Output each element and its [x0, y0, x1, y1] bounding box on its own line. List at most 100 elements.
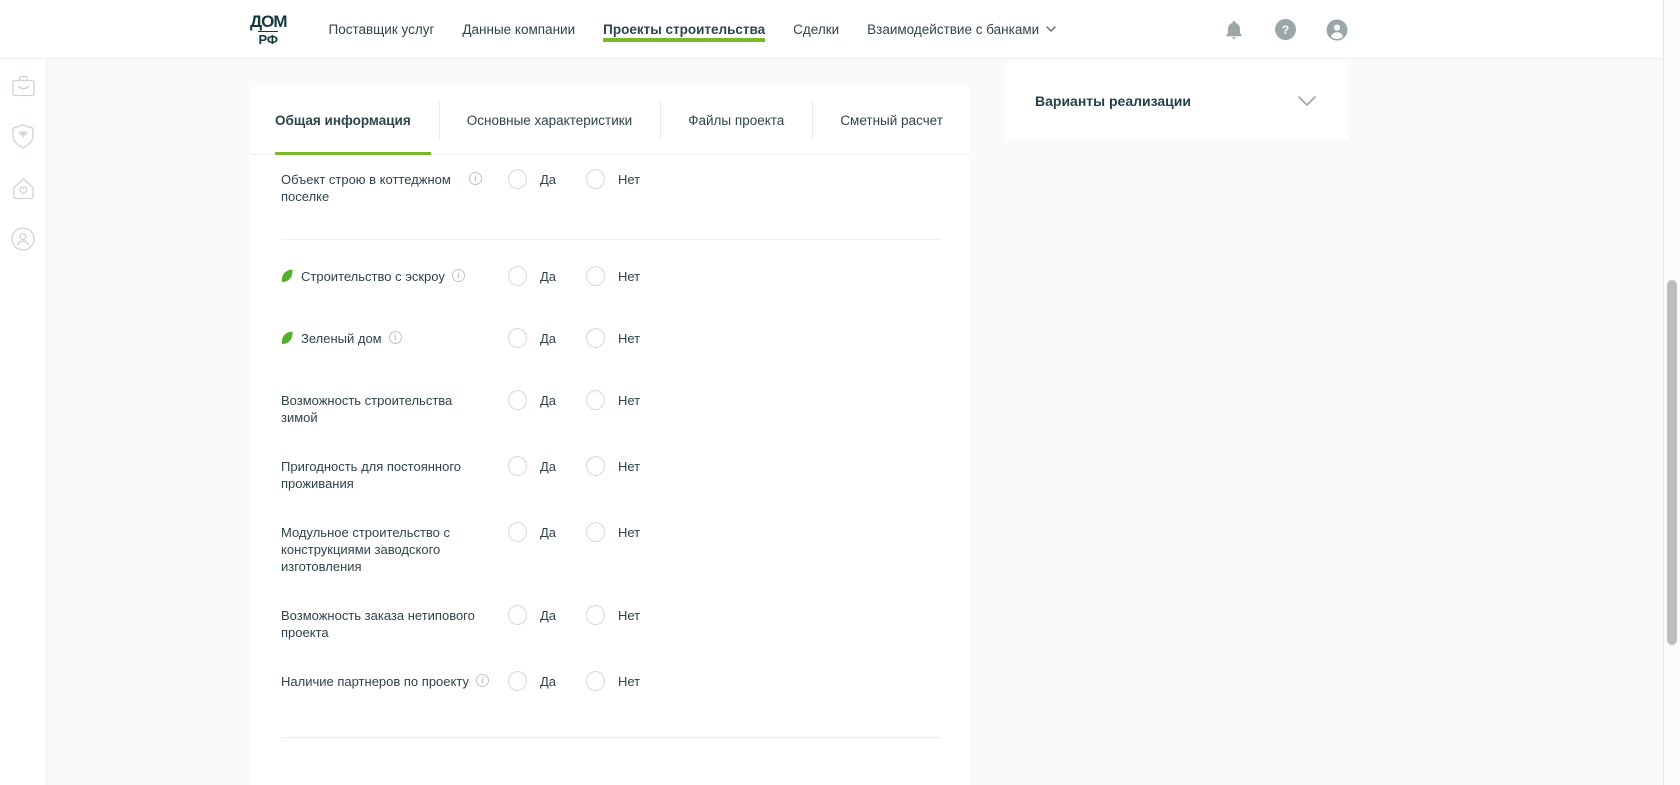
nav-label: Данные компании [462, 22, 575, 37]
general-info-form: Объект строю в коттеджном поселке i Да Н… [250, 155, 970, 738]
help-icon[interactable]: ? [1275, 19, 1296, 40]
radio-circle[interactable] [586, 456, 605, 476]
page-scrollbar-thumb[interactable] [1667, 280, 1677, 645]
row-label-area: Объект строю в коттеджном поселке i [281, 171, 508, 205]
section-divider [281, 737, 941, 738]
radio-label: Да [540, 269, 556, 284]
radio-circle[interactable] [586, 328, 605, 348]
form-row-custom-project: Возможность заказа нетипового проекта Да… [281, 607, 941, 641]
nav-item-construction-projects[interactable]: Проекты строительства [589, 0, 779, 58]
radio-group: Да Нет [508, 456, 640, 476]
radio-group: Да Нет [508, 169, 640, 189]
briefcase-icon[interactable] [8, 71, 38, 101]
radio-option-no[interactable]: Нет [586, 605, 640, 625]
leaf-icon [281, 331, 293, 345]
radio-circle[interactable] [586, 671, 605, 691]
nav-item-company-data[interactable]: Данные компании [448, 0, 589, 58]
radio-circle[interactable] [508, 266, 527, 286]
radio-option-no[interactable]: Нет [586, 671, 640, 691]
radio-circle[interactable] [586, 605, 605, 625]
radio-option-yes[interactable]: Да [508, 266, 586, 286]
radio-circle[interactable] [508, 522, 527, 542]
radio-group: Да Нет [508, 671, 640, 691]
radio-option-yes[interactable]: Да [508, 328, 586, 348]
info-glyph: i [394, 332, 397, 342]
page-scrollbar-track[interactable] [1663, 0, 1680, 785]
radio-option-no[interactable]: Нет [586, 328, 640, 348]
form-row-project-partners: Наличие партнеров по проекту i Да Нет [281, 673, 941, 693]
radio-circle[interactable] [508, 390, 527, 410]
bell-icon[interactable] [1223, 19, 1245, 41]
domrf-logo[interactable]: ДОМ РФ [250, 13, 287, 46]
radio-group: Да Нет [508, 328, 640, 348]
radio-label: Да [540, 525, 556, 540]
radio-label: Да [540, 459, 556, 474]
house-heart-icon[interactable] [8, 173, 38, 203]
row-label: Пригодность для постоянного проживания [281, 458, 477, 492]
radio-option-yes[interactable]: Да [508, 605, 586, 625]
row-label-area: Возможность строительства зимой [281, 392, 508, 426]
avatar-icon[interactable] [1326, 19, 1348, 41]
radio-option-no[interactable]: Нет [586, 522, 640, 542]
tab-label: Файлы проекта [688, 113, 784, 128]
radio-circle[interactable] [508, 328, 527, 348]
info-icon[interactable]: i [452, 269, 465, 282]
tab-general-info[interactable]: Общая информация [275, 87, 439, 154]
chevron-down-icon [1046, 26, 1056, 32]
tab-estimate[interactable]: Сметный расчет [812, 87, 971, 154]
radio-label: Нет [618, 269, 640, 284]
top-header: ДОМ РФ Поставщик услуг Данные компании П… [0, 0, 1680, 59]
header-icons: ? [1223, 0, 1348, 59]
radio-option-yes[interactable]: Да [508, 456, 586, 476]
radio-circle[interactable] [586, 266, 605, 286]
radio-option-no[interactable]: Нет [586, 266, 640, 286]
shield-icon[interactable] [8, 122, 38, 152]
radio-option-yes[interactable]: Да [508, 522, 586, 542]
radio-label: Нет [618, 393, 640, 408]
logo-text-top: ДОМ [250, 13, 287, 30]
radio-label: Нет [618, 674, 640, 689]
info-icon[interactable]: i [469, 172, 482, 185]
radio-circle[interactable] [508, 671, 527, 691]
radio-group: Да Нет [508, 390, 640, 410]
radio-circle[interactable] [586, 390, 605, 410]
radio-option-yes[interactable]: Да [508, 390, 586, 410]
info-glyph: i [457, 270, 460, 280]
main-nav: Поставщик услуг Данные компании Проекты … [315, 0, 1071, 58]
form-row-green-house: Зеленый дом i Да Нет [281, 330, 941, 350]
project-form-card: Общая информация Основные характеристики… [250, 87, 970, 785]
row-label: Модульное строительство с конструкциями … [281, 524, 477, 575]
radio-label: Нет [618, 331, 640, 346]
left-sidebar [0, 59, 47, 785]
radio-option-no[interactable]: Нет [586, 390, 640, 410]
radio-group: Да Нет [508, 266, 640, 286]
person-circle-icon[interactable] [8, 224, 38, 254]
row-label: Возможность строительства зимой [281, 392, 477, 426]
radio-circle[interactable] [508, 169, 527, 189]
radio-circle[interactable] [508, 456, 527, 476]
radio-option-yes[interactable]: Да [508, 169, 586, 189]
radio-option-no[interactable]: Нет [586, 456, 640, 476]
radio-circle[interactable] [586, 522, 605, 542]
chevron-down-icon[interactable] [1298, 96, 1316, 106]
radio-label: Да [540, 674, 556, 689]
implementation-options-panel[interactable]: Варианты реализации [1005, 62, 1348, 140]
info-icon[interactable]: i [389, 331, 402, 344]
help-glyph: ? [1282, 23, 1289, 37]
nav-label: Взаимодействие с банками [867, 22, 1039, 37]
radio-option-no[interactable]: Нет [586, 169, 640, 189]
radio-circle[interactable] [508, 605, 527, 625]
radio-option-yes[interactable]: Да [508, 671, 586, 691]
nav-item-bank-interaction[interactable]: Взаимодействие с банками [853, 0, 1070, 58]
form-row-cottage-village: Объект строю в коттеджном поселке i Да Н… [281, 171, 941, 205]
radio-label: Нет [618, 459, 640, 474]
row-label: Зеленый дом [301, 330, 382, 347]
nav-item-service-provider[interactable]: Поставщик услуг [315, 0, 449, 58]
project-tabs: Общая информация Основные характеристики… [250, 87, 970, 155]
row-label-area: Модульное строительство с конструкциями … [281, 524, 508, 575]
tab-main-characteristics[interactable]: Основные характеристики [439, 87, 661, 154]
nav-item-deals[interactable]: Сделки [779, 0, 853, 58]
info-icon[interactable]: i [476, 674, 489, 687]
radio-circle[interactable] [586, 169, 605, 189]
tab-project-files[interactable]: Файлы проекта [660, 87, 812, 154]
